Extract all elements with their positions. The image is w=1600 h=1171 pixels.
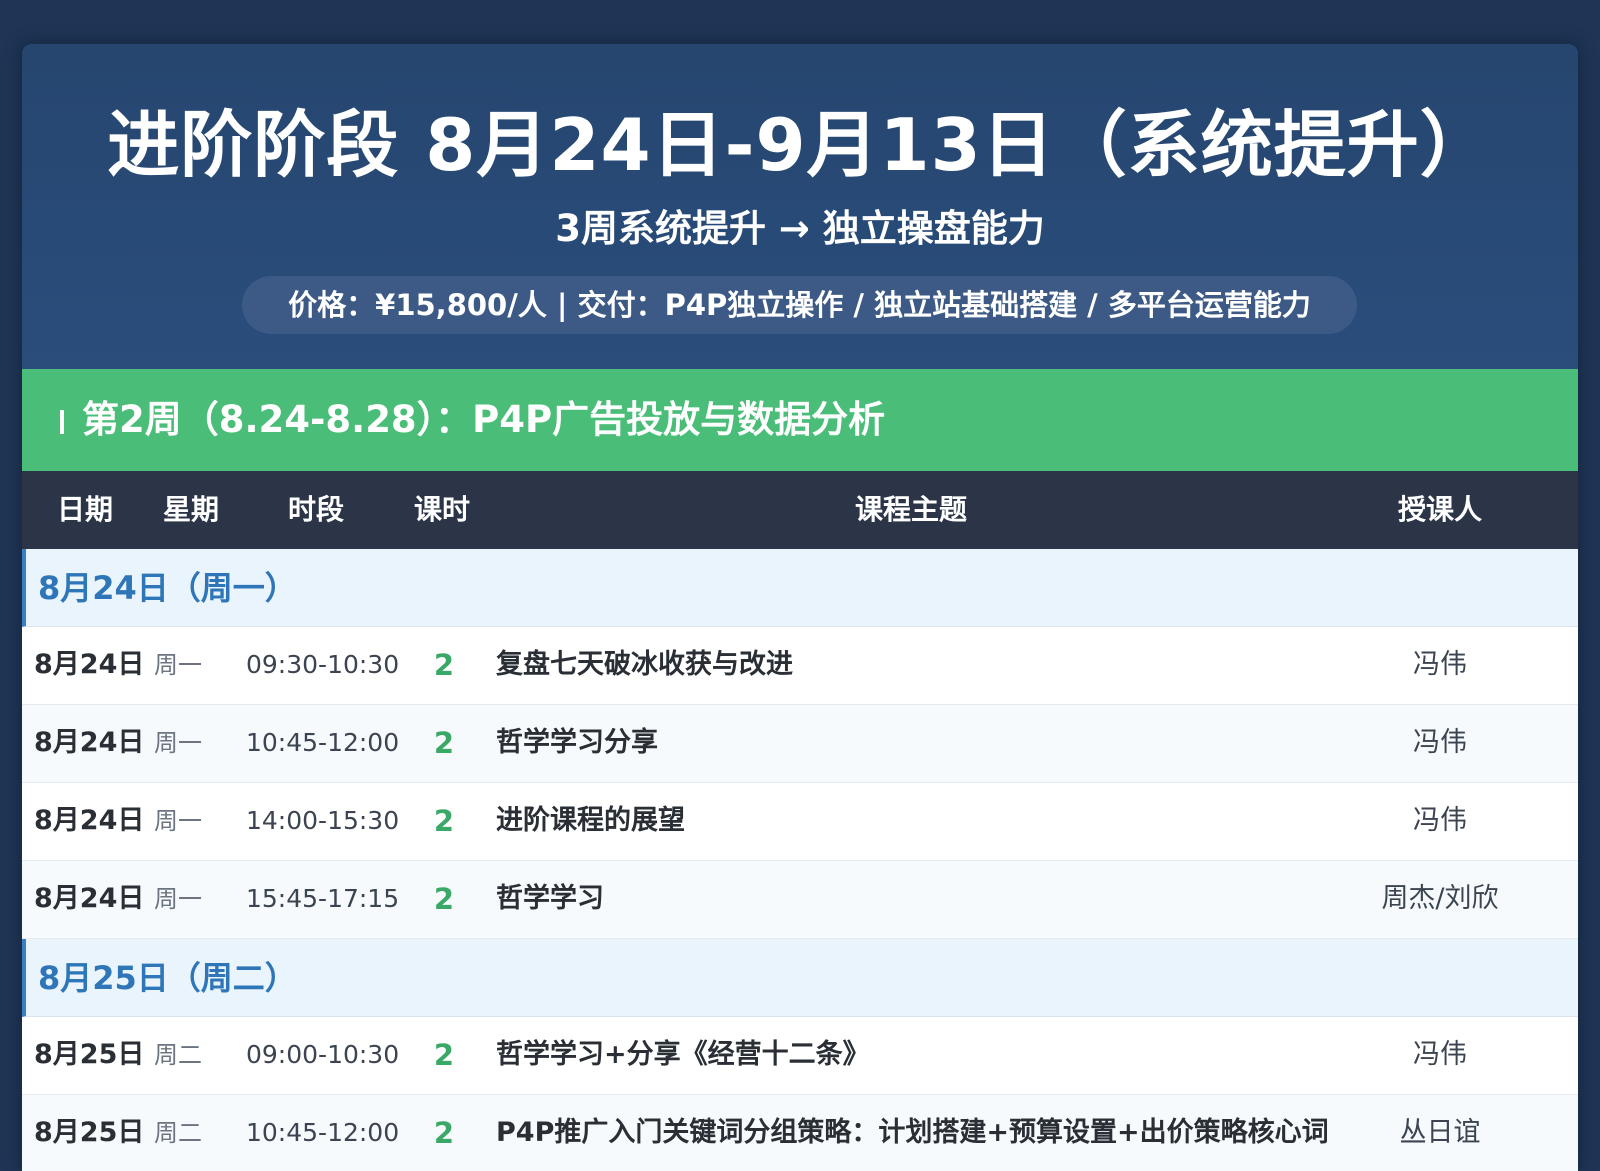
cell-time: 15:45-17:15	[246, 884, 400, 913]
cell-time: 10:45-12:00	[246, 728, 400, 757]
column-header-teacher: 授课人	[1398, 493, 1483, 526]
cell-topic: 复盘七天破冰收获与改进	[496, 649, 793, 680]
section-marker-icon	[60, 409, 64, 434]
day-group-header: 8月24日（周一）	[22, 549, 1578, 627]
week-section-header: 第2周（8.24-8.28）：P4P广告投放与数据分析	[22, 369, 1578, 471]
cell-teacher: 冯伟	[1413, 805, 1467, 836]
cell-teacher: 丛日谊	[1399, 1117, 1481, 1148]
cell-date: 8月24日	[34, 805, 145, 836]
table-row[interactable]: 8月24日 周一 09:30-10:30 2 复盘七天破冰收获与改进 冯伟	[22, 627, 1578, 705]
cell-time: 09:30-10:30	[246, 650, 400, 679]
page-subtitle: 3周系统提升 → 独立操盘能力	[555, 207, 1045, 250]
column-header-weekday: 星期	[163, 493, 220, 526]
table-row[interactable]: 8月24日 周一 10:45-12:00 2 哲学学习分享 冯伟	[22, 705, 1578, 783]
cell-teacher: 冯伟	[1413, 649, 1467, 680]
cell-teacher: 冯伟	[1413, 1039, 1467, 1070]
price-delivery-badge: 价格：¥15,800/人 | 交付：P4P独立操作 / 独立站基础搭建 / 多平…	[242, 276, 1357, 334]
cell-hours: 2	[433, 804, 455, 838]
table-row[interactable]: 8月24日 周一 14:00-15:30 2 进阶课程的展望 冯伟	[22, 783, 1578, 861]
table-row[interactable]: 8月24日 周一 15:45-17:15 2 哲学学习 周杰/刘欣	[22, 861, 1578, 939]
cell-weekday: 周二	[154, 1119, 202, 1147]
schedule-card: 进阶阶段 8月24日-9月13日（系统提升） 3周系统提升 → 独立操盘能力 价…	[22, 44, 1578, 1171]
column-header-hours: 课时	[414, 493, 471, 526]
cell-time: 09:00-10:30	[246, 1040, 400, 1069]
cell-topic: 进阶课程的展望	[496, 805, 685, 836]
cell-topic: P4P推广入门关键词分组策略：计划搭建+预算设置+出价策略核心词	[496, 1117, 1329, 1148]
cell-date: 8月24日	[34, 727, 145, 758]
cell-topic: 哲学学习	[496, 883, 604, 914]
cell-date: 8月25日	[34, 1117, 145, 1148]
cell-hours: 2	[433, 1038, 455, 1072]
cell-date: 8月24日	[34, 883, 145, 914]
cell-hours: 2	[433, 1116, 455, 1150]
stage-header: 进阶阶段 8月24日-9月13日（系统提升） 3周系统提升 → 独立操盘能力 价…	[22, 44, 1578, 369]
day-label: 8月25日（周二）	[38, 959, 297, 997]
table-header: 日期 星期 时段 课时 课程主题 授课人	[22, 471, 1578, 549]
schedule-table-body: 8月24日（周一） 8月24日 周一 09:30-10:30 2 复盘七天破冰收…	[22, 549, 1578, 1171]
cell-hours: 2	[433, 726, 455, 760]
cell-weekday: 周一	[154, 651, 202, 679]
cell-hours: 2	[433, 648, 455, 682]
cell-weekday: 周二	[154, 1041, 202, 1069]
table-row[interactable]: 8月25日 周二 09:00-10:30 2 哲学学习+分享《经营十二条》 冯伟	[22, 1017, 1578, 1095]
column-header-topic: 课程主题	[855, 493, 968, 526]
cell-weekday: 周一	[154, 729, 202, 757]
cell-time: 14:00-15:30	[246, 806, 400, 835]
table-row[interactable]: 8月25日 周二 10:45-12:00 2 P4P推广入门关键词分组策略：计划…	[22, 1095, 1578, 1171]
week-label: 第2周（8.24-8.28）：P4P广告投放与数据分析	[82, 398, 886, 441]
day-label: 8月24日（周一）	[38, 569, 297, 607]
column-header-date: 日期	[57, 493, 114, 526]
day-group-header: 8月25日（周二）	[22, 939, 1578, 1017]
page-title: 进阶阶段 8月24日-9月13日（系统提升）	[107, 103, 1493, 187]
cell-topic: 哲学学习+分享《经营十二条》	[496, 1039, 870, 1070]
cell-teacher: 冯伟	[1413, 727, 1467, 758]
cell-hours: 2	[433, 882, 455, 916]
cell-topic: 哲学学习分享	[496, 727, 658, 758]
column-header-time: 时段	[288, 493, 345, 526]
cell-date: 8月25日	[34, 1039, 145, 1070]
cell-date: 8月24日	[34, 649, 145, 680]
cell-teacher: 周杰/刘欣	[1381, 883, 1499, 914]
cell-weekday: 周一	[154, 807, 202, 835]
cell-time: 10:45-12:00	[246, 1118, 400, 1147]
cell-weekday: 周一	[154, 885, 202, 913]
